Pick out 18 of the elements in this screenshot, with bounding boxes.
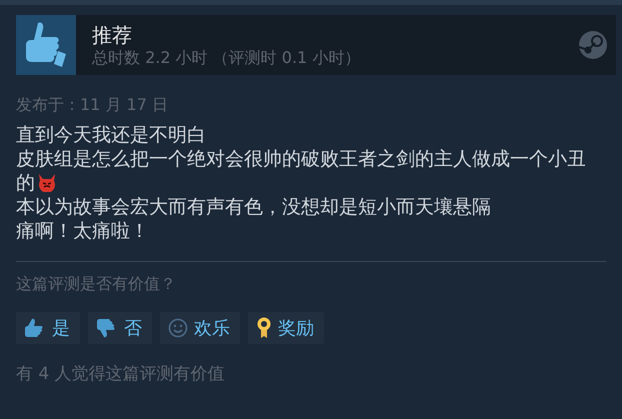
review-line: 皮肤组是怎么把一个绝对会很帅的破败王者之剑的主人做成一个小丑的: [16, 148, 586, 194]
no-button[interactable]: 否: [88, 312, 152, 344]
posted-date: 发布于：11 月 17 日: [16, 94, 169, 116]
smiley-icon: [168, 318, 188, 338]
steam-logo-icon: [578, 30, 608, 60]
devil-emoji-icon: [37, 172, 57, 192]
playtime-text: 总时数 2.2 小时 （评测时 0.1 小时）: [92, 48, 362, 68]
review-line: 痛啊！太痛啦！: [16, 220, 149, 242]
award-button[interactable]: 奖励: [248, 312, 324, 344]
yes-button[interactable]: 是: [16, 312, 80, 344]
review-line: 本以为故事会宏大而有声有色，没想却是短小而天壤悬隔: [16, 196, 491, 218]
helpful-count: 有 4 人觉得这篇评测有价值: [16, 363, 226, 386]
helpful-question: 这篇评测是否有价值？: [16, 273, 177, 295]
funny-button[interactable]: 欢乐: [160, 312, 240, 344]
review-line: 直到今天我还是不明白: [16, 124, 206, 146]
thumbs-up-icon: [16, 15, 76, 75]
review-verdict: 推荐: [92, 22, 133, 48]
award-ribbon-icon: [256, 317, 272, 339]
